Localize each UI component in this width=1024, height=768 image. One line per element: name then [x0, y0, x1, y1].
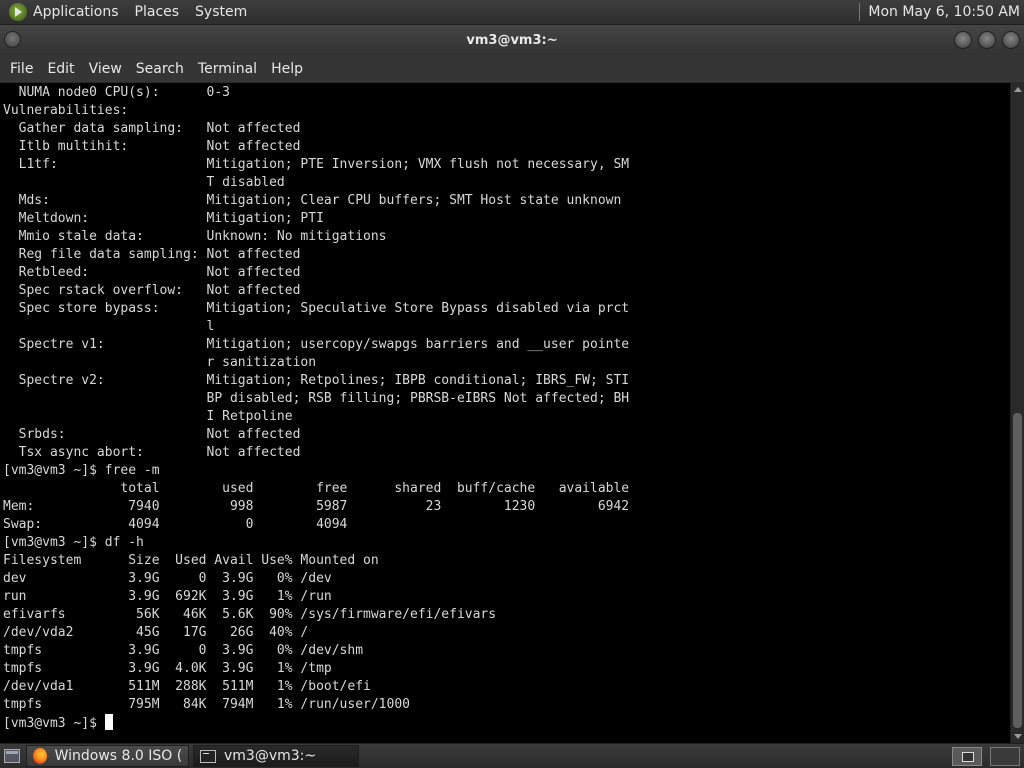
menu-terminal[interactable]: Terminal: [191, 61, 264, 77]
terminal-line: /dev/vda2 45G 17G 26G 40% /: [3, 625, 309, 640]
taskbar-item-terminal[interactable]: vm3@vm3:~: [193, 745, 359, 767]
menu-view[interactable]: View: [82, 61, 129, 77]
terminal-line: Itlb multihit: Not affected: [3, 139, 301, 154]
window-titlebar[interactable]: vm3@vm3:~: [0, 25, 1024, 55]
menu-file[interactable]: File: [3, 61, 40, 77]
terminal-line: [vm3@vm3 ~]$ df -h: [3, 535, 144, 550]
menu-applications[interactable]: Applications: [33, 4, 127, 20]
terminal-line: l: [3, 319, 215, 334]
terminal-line: Vulnerabilities:: [3, 103, 129, 118]
terminal-icon: [200, 749, 216, 763]
terminal-window: vm3@vm3:~ File Edit View Search Terminal…: [0, 25, 1024, 743]
terminal-line: Spectre v2: Mitigation; Retpolines; IBPB…: [3, 373, 630, 388]
terminal-line: Reg file data sampling: Not affected: [3, 247, 301, 262]
terminal-line: Retbleed: Not affected: [3, 265, 301, 280]
terminal-line: NUMA node0 CPU(s): 0-3: [3, 85, 230, 100]
terminal-line: Filesystem Size Used Avail Use% Mounted …: [3, 553, 379, 568]
terminal-line: Meltdown: Mitigation; PTI: [3, 211, 324, 226]
terminal-line: Mmio stale data: Unknown: No mitigations: [3, 229, 387, 244]
show-desktop-icon[interactable]: [4, 749, 20, 763]
terminal-line: dev 3.9G 0 3.9G 0% /dev: [3, 571, 332, 586]
taskbar-item-browser[interactable]: Windows 8.0 ISO (6...: [26, 745, 189, 767]
terminal-output[interactable]: NUMA node0 CPU(s): 0-3 Vulnerabilities: G…: [0, 83, 1010, 743]
panel-separator: [859, 3, 861, 21]
window-menu-button[interactable]: [4, 31, 21, 48]
terminal-line: Mds: Mitigation; Clear CPU buffers; SMT …: [3, 193, 622, 208]
terminal-line: Spec rstack overflow: Not affected: [3, 283, 301, 298]
terminal-prompt-line[interactable]: [vm3@vm3 ~]$: [3, 714, 1010, 732]
scroll-up-icon[interactable]: [1014, 87, 1022, 92]
firefox-icon: [33, 748, 47, 764]
minimize-button[interactable]: [954, 31, 972, 49]
menu-places[interactable]: Places: [135, 4, 188, 20]
terminal-line: Gather data sampling: Not affected: [3, 121, 301, 136]
menu-system[interactable]: System: [195, 4, 255, 20]
terminal-line: I Retpoline: [3, 409, 293, 424]
window-controls: [954, 31, 1020, 49]
menu-help[interactable]: Help: [264, 61, 310, 77]
terminal-line: r sanitization: [3, 355, 317, 370]
window-title: vm3@vm3:~: [466, 32, 558, 48]
terminal-line: T disabled: [3, 175, 285, 190]
menu-search[interactable]: Search: [129, 61, 191, 77]
menubar: File Edit View Search Terminal Help: [0, 55, 1024, 83]
terminal-line: tmpfs 3.9G 4.0K 3.9G 1% /tmp: [3, 661, 332, 676]
taskbar-item-label: Windows 8.0 ISO (6...: [54, 748, 182, 764]
shell-prompt: [vm3@vm3 ~]$: [3, 716, 105, 731]
menu-edit[interactable]: Edit: [40, 61, 81, 77]
workspace-switcher-active[interactable]: [952, 746, 982, 766]
distro-logo-icon[interactable]: [9, 3, 27, 21]
scroll-down-icon[interactable]: [1014, 734, 1022, 739]
terminal-line: run 3.9G 692K 3.9G 1% /run: [3, 589, 332, 604]
terminal-area[interactable]: NUMA node0 CPU(s): 0-3 Vulnerabilities: G…: [0, 83, 1024, 743]
top-panel: Applications Places System Mon May 6, 10…: [0, 0, 1024, 25]
terminal-line: Swap: 4094 0 4094: [3, 517, 348, 532]
terminal-line: tmpfs 3.9G 0 3.9G 0% /dev/shm: [3, 643, 364, 658]
taskbar-item-label: vm3@vm3:~: [224, 748, 317, 764]
vertical-scrollbar[interactable]: [1010, 83, 1024, 743]
clock[interactable]: Mon May 6, 10:50 AM: [868, 4, 1024, 20]
terminal-line: L1tf: Mitigation; PTE Inversion; VMX flu…: [3, 157, 630, 172]
terminal-line: /dev/vda1 511M 288K 511M 1% /boot/efi: [3, 679, 371, 694]
terminal-line: Spectre v1: Mitigation; usercopy/swapgs …: [3, 337, 630, 352]
text-cursor: [104, 714, 113, 730]
terminal-line: Tsx async abort: Not affected: [3, 445, 301, 460]
scroll-thumb[interactable]: [1013, 413, 1022, 728]
terminal-line: Spec store bypass: Mitigation; Speculati…: [3, 301, 630, 316]
terminal-line: Mem: 7940 998 5987 23 1230 6942: [3, 499, 630, 514]
terminal-line: [vm3@vm3 ~]$ free -m: [3, 463, 160, 478]
terminal-line: total used free shared buff/cache availa…: [3, 481, 630, 496]
maximize-button[interactable]: [978, 31, 996, 49]
terminal-line: tmpfs 795M 84K 794M 1% /run/user/1000: [3, 697, 410, 712]
bottom-panel: Windows 8.0 ISO (6... vm3@vm3:~: [0, 743, 1024, 768]
terminal-line: efivarfs 56K 46K 5.6K 90% /sys/firmware/…: [3, 607, 497, 622]
workspace-switcher-2[interactable]: [990, 746, 1020, 766]
terminal-line: BP disabled; RSB filling; PBRSB-eIBRS No…: [3, 391, 630, 406]
close-button[interactable]: [1002, 31, 1020, 49]
terminal-line: Srbds: Not affected: [3, 427, 301, 442]
